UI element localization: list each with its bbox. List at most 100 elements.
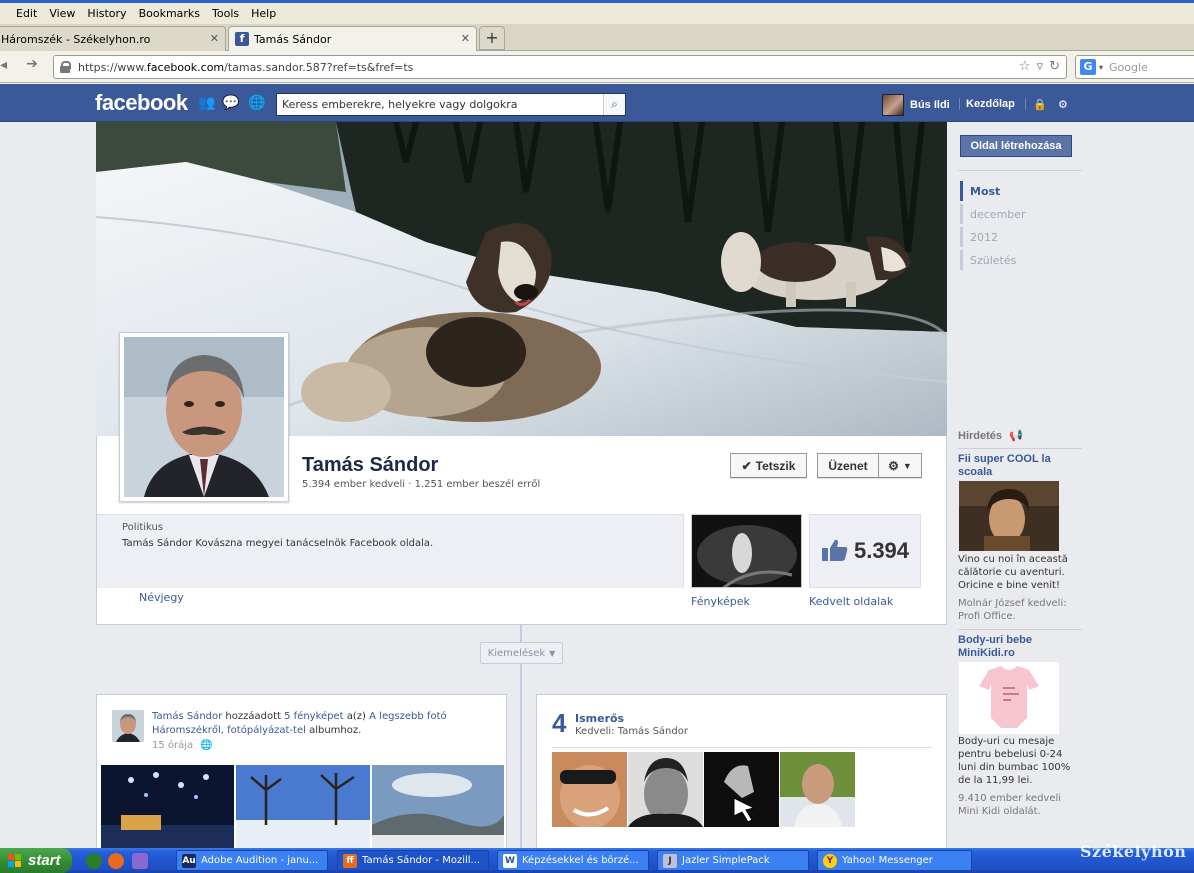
friend-photo-4[interactable] — [780, 752, 855, 827]
timeline-nav-born[interactable]: Születés — [970, 254, 1016, 267]
close-tab-icon[interactable]: ✕ — [461, 32, 470, 45]
quicklaunch-app-icon[interactable] — [132, 853, 148, 869]
page-category: Politikus — [122, 522, 164, 533]
dropdown-arrow-icon[interactable]: ▿ — [1037, 59, 1044, 74]
menu-edit[interactable]: Edit — [16, 7, 37, 20]
page-description: Tamás Sándor Kovászna megyei tanácselnök… — [122, 538, 434, 549]
start-button[interactable]: start — [0, 848, 72, 873]
highlights-dropdown[interactable]: Kiemelések ▼ — [480, 642, 563, 664]
friend-requests-icon[interactable]: 👥 — [198, 96, 215, 110]
header-divider — [1025, 98, 1026, 110]
photos-thumbnail[interactable] — [691, 514, 802, 588]
user-avatar — [882, 94, 904, 116]
new-tab-button[interactable]: + — [479, 26, 505, 50]
taskbar-item-label: Yahoo! Messenger — [842, 855, 933, 866]
post-photo-1[interactable] — [101, 765, 234, 853]
taskbar-item-label: Jazler SimplePack — [682, 855, 770, 866]
post-author-link[interactable]: Tamás Sándor — [152, 711, 222, 722]
ad-text-1[interactable]: Vino cu noi în această călătorie cu aven… — [958, 553, 1082, 592]
post-author-avatar[interactable] — [112, 710, 144, 742]
message-button[interactable]: Üzenet — [817, 453, 879, 478]
timeline-nav-december[interactable]: december — [970, 208, 1026, 221]
post-photo-2[interactable] — [236, 765, 370, 853]
tab-label: Háromszék - Székelyhon.ro — [1, 32, 151, 46]
watermark: Székelyhon — [1080, 842, 1187, 861]
facebook-logo[interactable]: facebook — [95, 90, 188, 116]
taskbar-item-word[interactable]: W Képzésekkel és börzé... — [497, 850, 649, 871]
message-button-label: Üzenet — [828, 458, 868, 473]
google-icon[interactable]: G — [1080, 59, 1096, 75]
menu-help[interactable]: Help — [251, 7, 276, 20]
taskbar-item-adobe-audition[interactable]: Au Adobe Audition - janu... — [176, 850, 328, 871]
timeline-nav-2012[interactable]: 2012 — [970, 231, 998, 244]
page-settings-dropdown[interactable]: ⚙ ▼ — [878, 453, 922, 478]
ad-image-1[interactable] — [959, 481, 1059, 551]
friends-box: 4 Ismerős Kedveli: Tamás Sándor — [536, 694, 947, 854]
photos-link[interactable]: Fényképek — [691, 595, 750, 608]
ad-social-2: 9.410 ember kedveli Mini Kidi oldalát. — [958, 793, 1062, 817]
friend-photo-2[interactable] — [628, 752, 703, 827]
friend-photo-3[interactable] — [704, 752, 779, 827]
user-profile-link[interactable]: Bús Ildi — [882, 94, 950, 116]
create-page-button[interactable]: Oldal létrehozása — [960, 135, 1072, 157]
search-engine-dropdown-icon[interactable]: ▾ — [1099, 63, 1103, 72]
post-photo-night-lights — [101, 765, 234, 853]
facebook-header: facebook 👥 💬 🌐 Keress emberekre, helyekr… — [0, 84, 1194, 122]
url-bar[interactable]: https://www. facebook.com/tamas.sandor.58… — [53, 55, 1067, 79]
like-page-button[interactable]: ✔ Tetszik — [730, 453, 807, 478]
notifications-globe-icon[interactable]: 🌐 — [248, 96, 265, 110]
about-link[interactable]: Névjegy — [139, 591, 184, 604]
taskbar-item-firefox[interactable]: ff Tamás Sándor - Mozill... — [337, 850, 489, 871]
privacy-shortcuts-icon[interactable]: 🔒 — [1033, 98, 1047, 111]
browser-search-box[interactable]: G ▾ Google — [1075, 55, 1194, 79]
post-action: hozzáadott — [222, 711, 285, 722]
close-tab-icon[interactable]: ✕ — [210, 32, 219, 45]
bookmark-star-icon[interactable]: ☆ — [1019, 59, 1031, 74]
timeline-nav-marker — [960, 181, 963, 201]
tab-label: Tamás Sándor — [254, 32, 332, 46]
messages-icon[interactable]: 💬 — [222, 96, 239, 110]
post-photos-link[interactable]: 5 fényképet — [284, 711, 343, 722]
menu-tools[interactable]: Tools — [212, 7, 239, 20]
forward-arrow-icon[interactable]: ➔ — [22, 56, 42, 76]
friend-photo-1[interactable] — [552, 752, 627, 827]
quicklaunch-firefox-icon[interactable] — [108, 853, 124, 869]
friends-count: 4 — [552, 708, 567, 738]
tab-tamas-sandor[interactable]: f Tamás Sándor ✕ — [228, 26, 477, 51]
taskbar-item-jazler[interactable]: J Jazler SimplePack — [657, 850, 809, 871]
home-link[interactable]: Kezdőlap — [966, 98, 1015, 110]
menu-view[interactable]: View — [49, 7, 75, 20]
about-box[interactable]: Politikus Tamás Sándor Kovászna megyei t… — [97, 514, 684, 588]
firefox-icon: ff — [343, 853, 357, 868]
ad-text-2[interactable]: Body-uri cu mesaje pentru bebelusi 0-24 … — [958, 735, 1082, 787]
facebook-search-input[interactable]: Keress emberekre, helyekre vagy dolgokra… — [276, 93, 626, 116]
taskbar-item-yahoo-messenger[interactable]: Y Yahoo! Messenger — [817, 850, 972, 871]
chevron-down-icon: ▼ — [902, 460, 912, 471]
tab-haromszek[interactable]: Háromszék - Székelyhon.ro ✕ — [0, 26, 226, 51]
back-button[interactable]: ◂ — [0, 57, 12, 77]
search-icon[interactable]: ⌕ — [603, 94, 625, 115]
page-title: Tamás Sándor — [302, 454, 439, 476]
likes-count-box[interactable]: 5.394 — [809, 514, 921, 588]
profile-photo — [124, 337, 284, 497]
timeline-nav-marker — [960, 250, 963, 270]
liked-pages-link[interactable]: Kedvelt oldalak — [809, 595, 893, 608]
menu-history[interactable]: History — [87, 7, 126, 20]
quicklaunch-wordpress-icon[interactable] — [86, 853, 102, 869]
url-path: /tamas.sandor.587?ref=ts&fref=ts — [224, 60, 414, 74]
ad-social-1: Molnár József kedveli: Profi Office. — [958, 598, 1067, 622]
timeline-nav-most[interactable]: Most — [970, 185, 1000, 198]
post-timestamp[interactable]: 15 órája 🌐 — [152, 740, 213, 751]
ad-title-2[interactable]: Body-uri bebe MiniKidi.ro — [958, 634, 1082, 660]
profile-picture[interactable] — [119, 332, 289, 502]
ad-image-2[interactable] — [959, 662, 1059, 734]
settings-gear-icon[interactable]: ⚙ — [1058, 98, 1068, 111]
reload-icon[interactable]: ↻ — [1049, 59, 1060, 74]
menu-bookmarks[interactable]: Bookmarks — [139, 7, 200, 20]
post-photo-3[interactable] — [372, 765, 504, 853]
friends-title[interactable]: Ismerős — [575, 712, 624, 725]
post-album-suffix: albumhoz. — [305, 725, 362, 736]
highlights-label: Kiemelések — [487, 647, 546, 659]
ad-title-1[interactable]: Fii super COOL la scoala — [958, 453, 1082, 479]
taskbar-item-label: Tamás Sándor - Mozill... — [362, 855, 481, 866]
